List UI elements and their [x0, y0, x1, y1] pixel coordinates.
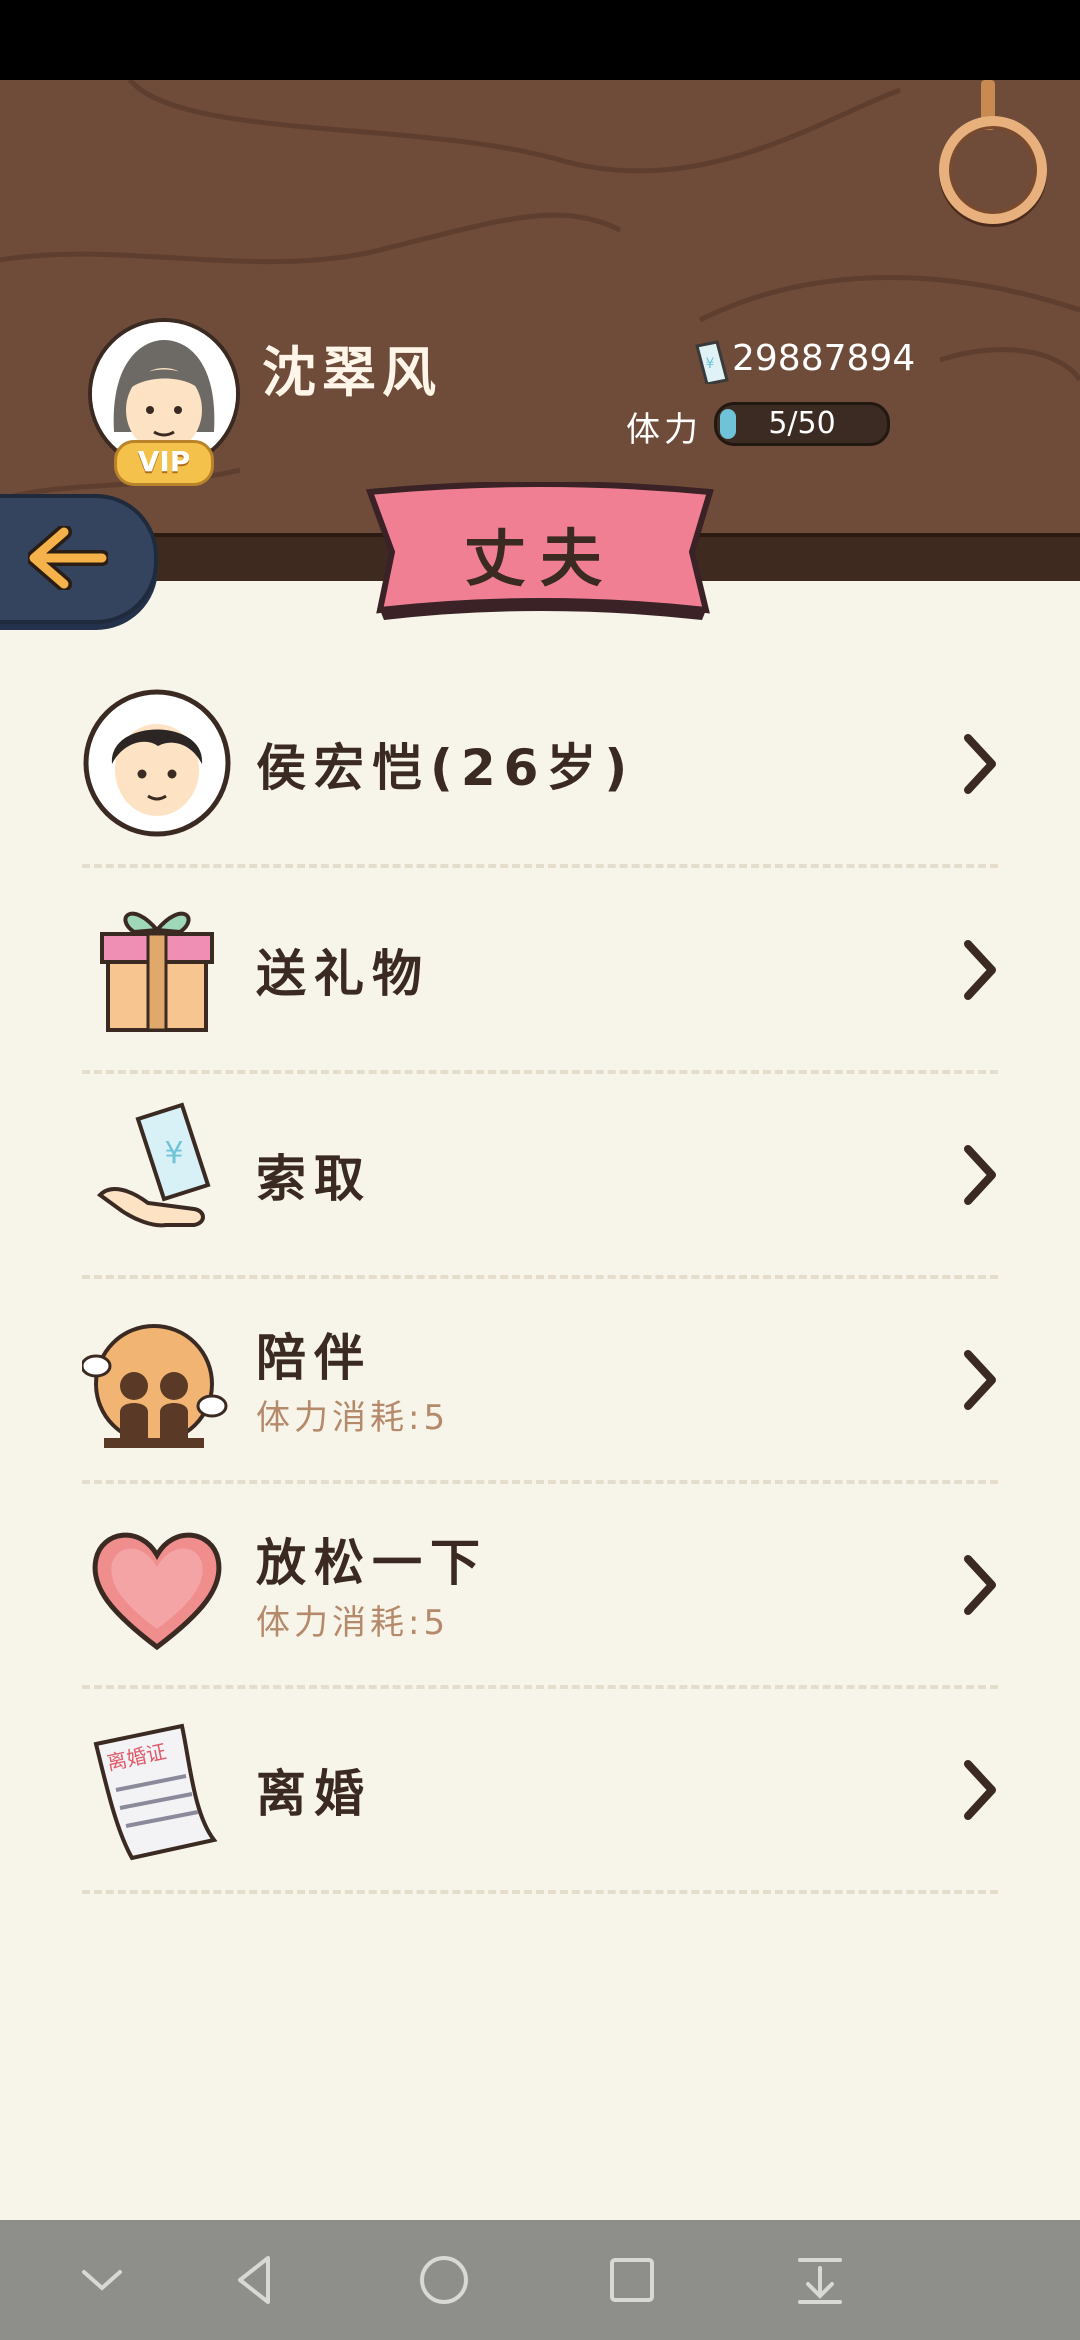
page-title: 丈夫 — [463, 522, 616, 595]
husband-name: 侯宏恺(26岁) — [256, 739, 636, 797]
home-circle-icon[interactable] — [414, 2250, 474, 2310]
husband-avatar-icon — [83, 689, 231, 837]
menu-row-divorce[interactable]: 离婚证 离婚 — [82, 1686, 998, 1894]
relax-label: 放松一下 — [256, 1534, 488, 1592]
chevron-down-icon[interactable] — [72, 2250, 132, 2310]
money-value: 29887894 — [732, 338, 916, 379]
svg-text:¥: ¥ — [706, 356, 715, 372]
gift-icon — [100, 911, 214, 1032]
menu-row-request[interactable]: ¥ 索取 — [82, 1071, 998, 1279]
divorce-label: 离婚 — [256, 1765, 372, 1823]
gift-label: 送礼物 — [256, 945, 430, 1003]
chevron-right-icon — [964, 1350, 996, 1410]
companion-icon — [82, 1324, 228, 1448]
menu-row-accompany[interactable]: 陪伴 体力消耗:5 — [82, 1276, 998, 1484]
money-hand-icon: ¥ — [96, 1102, 211, 1228]
recents-square-icon[interactable] — [602, 2250, 662, 2310]
pull-ring-icon[interactable] — [939, 116, 1047, 224]
chevron-right-icon — [964, 940, 996, 1000]
stamina-bar: 5/50 — [714, 402, 890, 446]
chevron-right-icon — [964, 1760, 996, 1820]
chevron-right-icon — [964, 1145, 996, 1205]
notification-pull-icon[interactable] — [790, 2250, 850, 2310]
request-label: 索取 — [256, 1150, 372, 1208]
system-nav-bar — [0, 2220, 1080, 2340]
status-bar — [0, 0, 1080, 80]
divorce-certificate-icon: 离婚证 — [93, 1723, 218, 1861]
arrow-left-icon — [28, 526, 108, 590]
svg-text:¥: ¥ — [164, 1136, 183, 1171]
back-button[interactable] — [0, 494, 158, 624]
stamina-label: 体力 — [626, 410, 702, 450]
relax-cost: 体力消耗:5 — [256, 1603, 450, 1643]
chevron-right-icon — [964, 1555, 996, 1615]
heart-icon — [92, 1532, 222, 1651]
vip-badge: VIP — [114, 440, 214, 486]
menu-row-gift[interactable]: 送礼物 — [82, 866, 998, 1074]
back-triangle-icon[interactable] — [226, 2250, 286, 2310]
chevron-right-icon — [964, 734, 996, 794]
stamina-text: 5/50 — [768, 406, 836, 441]
player-name: 沈翠风 — [262, 341, 442, 404]
accompany-label: 陪伴 — [256, 1329, 372, 1387]
money-bill-icon: ¥ — [695, 340, 729, 384]
menu-row-husband[interactable]: 侯宏恺(26岁) — [82, 660, 998, 868]
menu-row-relax[interactable]: 放松一下 体力消耗:5 — [82, 1481, 998, 1689]
accompany-cost: 体力消耗:5 — [256, 1398, 450, 1438]
